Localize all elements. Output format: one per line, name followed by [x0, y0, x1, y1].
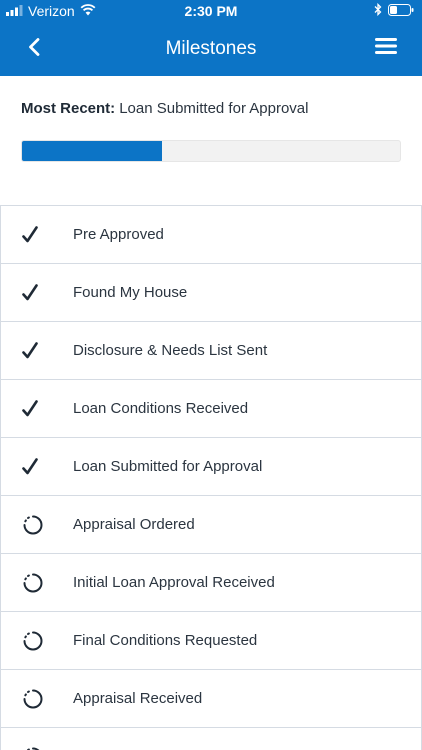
app-header: Verizon 2:30 PM Milestones: [0, 0, 422, 76]
milestone-row[interactable]: Pre Approved: [0, 206, 422, 264]
status-bar: Verizon 2:30 PM: [0, 0, 422, 22]
progress-bar-fill: [22, 141, 162, 161]
milestone-label: Appraisal Ordered: [73, 516, 195, 533]
status-time: 2:30 PM: [184, 3, 238, 19]
milestone-label: Pre Approved: [73, 226, 164, 243]
back-button[interactable]: [22, 35, 46, 63]
milestone-row[interactable]: Disclosure & Needs List Sent: [0, 322, 422, 380]
milestone-label: Loan Submitted for Approval: [73, 458, 263, 475]
progress-bar: [21, 140, 401, 162]
most-recent-milestone: Most Recent: Loan Submitted for Approval: [0, 100, 422, 117]
pending-spinner-icon: [1, 572, 73, 594]
checkmark-icon: [1, 225, 73, 244]
status-right: [374, 2, 414, 19]
milestone-label: Disclosure & Needs List Sent: [73, 342, 268, 359]
milestone-label: Appraisal Received: [73, 690, 203, 707]
milestone-row[interactable]: [0, 728, 422, 750]
milestone-label: Final Conditions Requested: [73, 632, 258, 649]
checkmark-icon: [1, 457, 73, 476]
checkmark-icon: [1, 399, 73, 418]
page-title: Milestones: [165, 38, 257, 59]
checkmark-icon: [1, 341, 73, 360]
milestone-row[interactable]: Loan Conditions Received: [0, 380, 422, 438]
pending-spinner-icon: [1, 630, 73, 652]
checkmark-icon: [1, 283, 73, 302]
pending-spinner-icon: [1, 688, 73, 710]
menu-button[interactable]: [374, 36, 398, 60]
milestone-row[interactable]: Appraisal Received: [0, 670, 422, 728]
pending-spinner-icon: [1, 746, 73, 750]
milestone-label: Initial Loan Approval Received: [73, 574, 275, 591]
milestone-label: Found My House: [73, 284, 188, 301]
chevron-left-icon: [28, 37, 40, 61]
pending-spinner-icon: [1, 514, 73, 536]
navigation-bar: Milestones: [0, 22, 422, 76]
milestone-row[interactable]: Initial Loan Approval Received: [0, 554, 422, 612]
most-recent-label: Most Recent:: [21, 100, 116, 117]
milestone-list: Pre Approved Found My House Disclosure & N…: [0, 205, 422, 750]
milestone-row[interactable]: Found My House: [0, 264, 422, 322]
milestone-row[interactable]: Appraisal Ordered: [0, 496, 422, 554]
milestone-row[interactable]: Final Conditions Requested: [0, 612, 422, 670]
bluetooth-icon: [374, 2, 382, 19]
milestone-label: Loan Conditions Received: [73, 400, 249, 417]
hamburger-menu-icon: [375, 37, 397, 59]
milestone-row[interactable]: Loan Submitted for Approval: [0, 438, 422, 496]
battery-icon: [388, 3, 414, 19]
most-recent-value: Loan Submitted for Approval: [119, 100, 309, 117]
